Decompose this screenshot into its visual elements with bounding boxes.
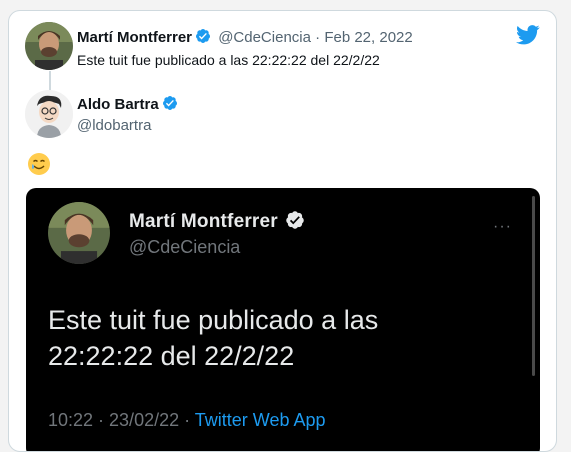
reply-name[interactable]: Aldo Bartra — [77, 96, 159, 113]
tweet-card[interactable]: Martí Montferrer @CdeCiencia · Feb 22, 2… — [8, 10, 557, 452]
author-handle[interactable]: @CdeCiencia — [218, 29, 311, 46]
tweet-header: Martí Montferrer @CdeCiencia · Feb 22, 2… — [77, 28, 413, 46]
reply-emoji: 🥲 — [27, 152, 51, 181]
embedded-client: Twitter Web App — [194, 410, 326, 430]
separator: · — [315, 29, 321, 46]
reply-handle[interactable]: @ldobartra — [77, 117, 151, 134]
tweet-text: Este tuit fue publicado a las 22:22:22 d… — [77, 52, 380, 68]
author-avatar[interactable] — [25, 22, 73, 70]
embedded-author-handle: @CdeCiencia — [129, 237, 241, 257]
embedded-author-avatar — [48, 202, 110, 264]
more-options-icon: ··· — [493, 218, 512, 235]
reply-author: Aldo Bartra — [77, 95, 178, 114]
scrollbar — [532, 196, 535, 376]
tweet-date[interactable]: Feb 22, 2022 — [324, 29, 412, 46]
embedded-tweet-text: Este tuit fue publicado a las 22:22:22 d… — [48, 305, 379, 371]
embedded-time: 10:22 · 23/02/22 · — [48, 410, 191, 430]
embedded-tweet-meta: 10:22 · 23/02/22 · Twitter Web App — [48, 410, 326, 431]
twitter-logo-icon[interactable] — [516, 25, 540, 45]
author-name[interactable]: Martí Montferrer — [77, 29, 192, 46]
smiling-face-with-tear-icon — [28, 153, 50, 175]
verified-badge-icon — [286, 211, 305, 229]
verified-badge-icon — [196, 29, 211, 43]
reply-avatar[interactable] — [25, 90, 73, 138]
attached-image[interactable]: Martí Montferrer @CdeCiencia ··· Este tu… — [26, 188, 540, 451]
embedded-author-name: Martí Montferrer — [129, 210, 305, 233]
verified-badge-icon — [162, 96, 177, 110]
